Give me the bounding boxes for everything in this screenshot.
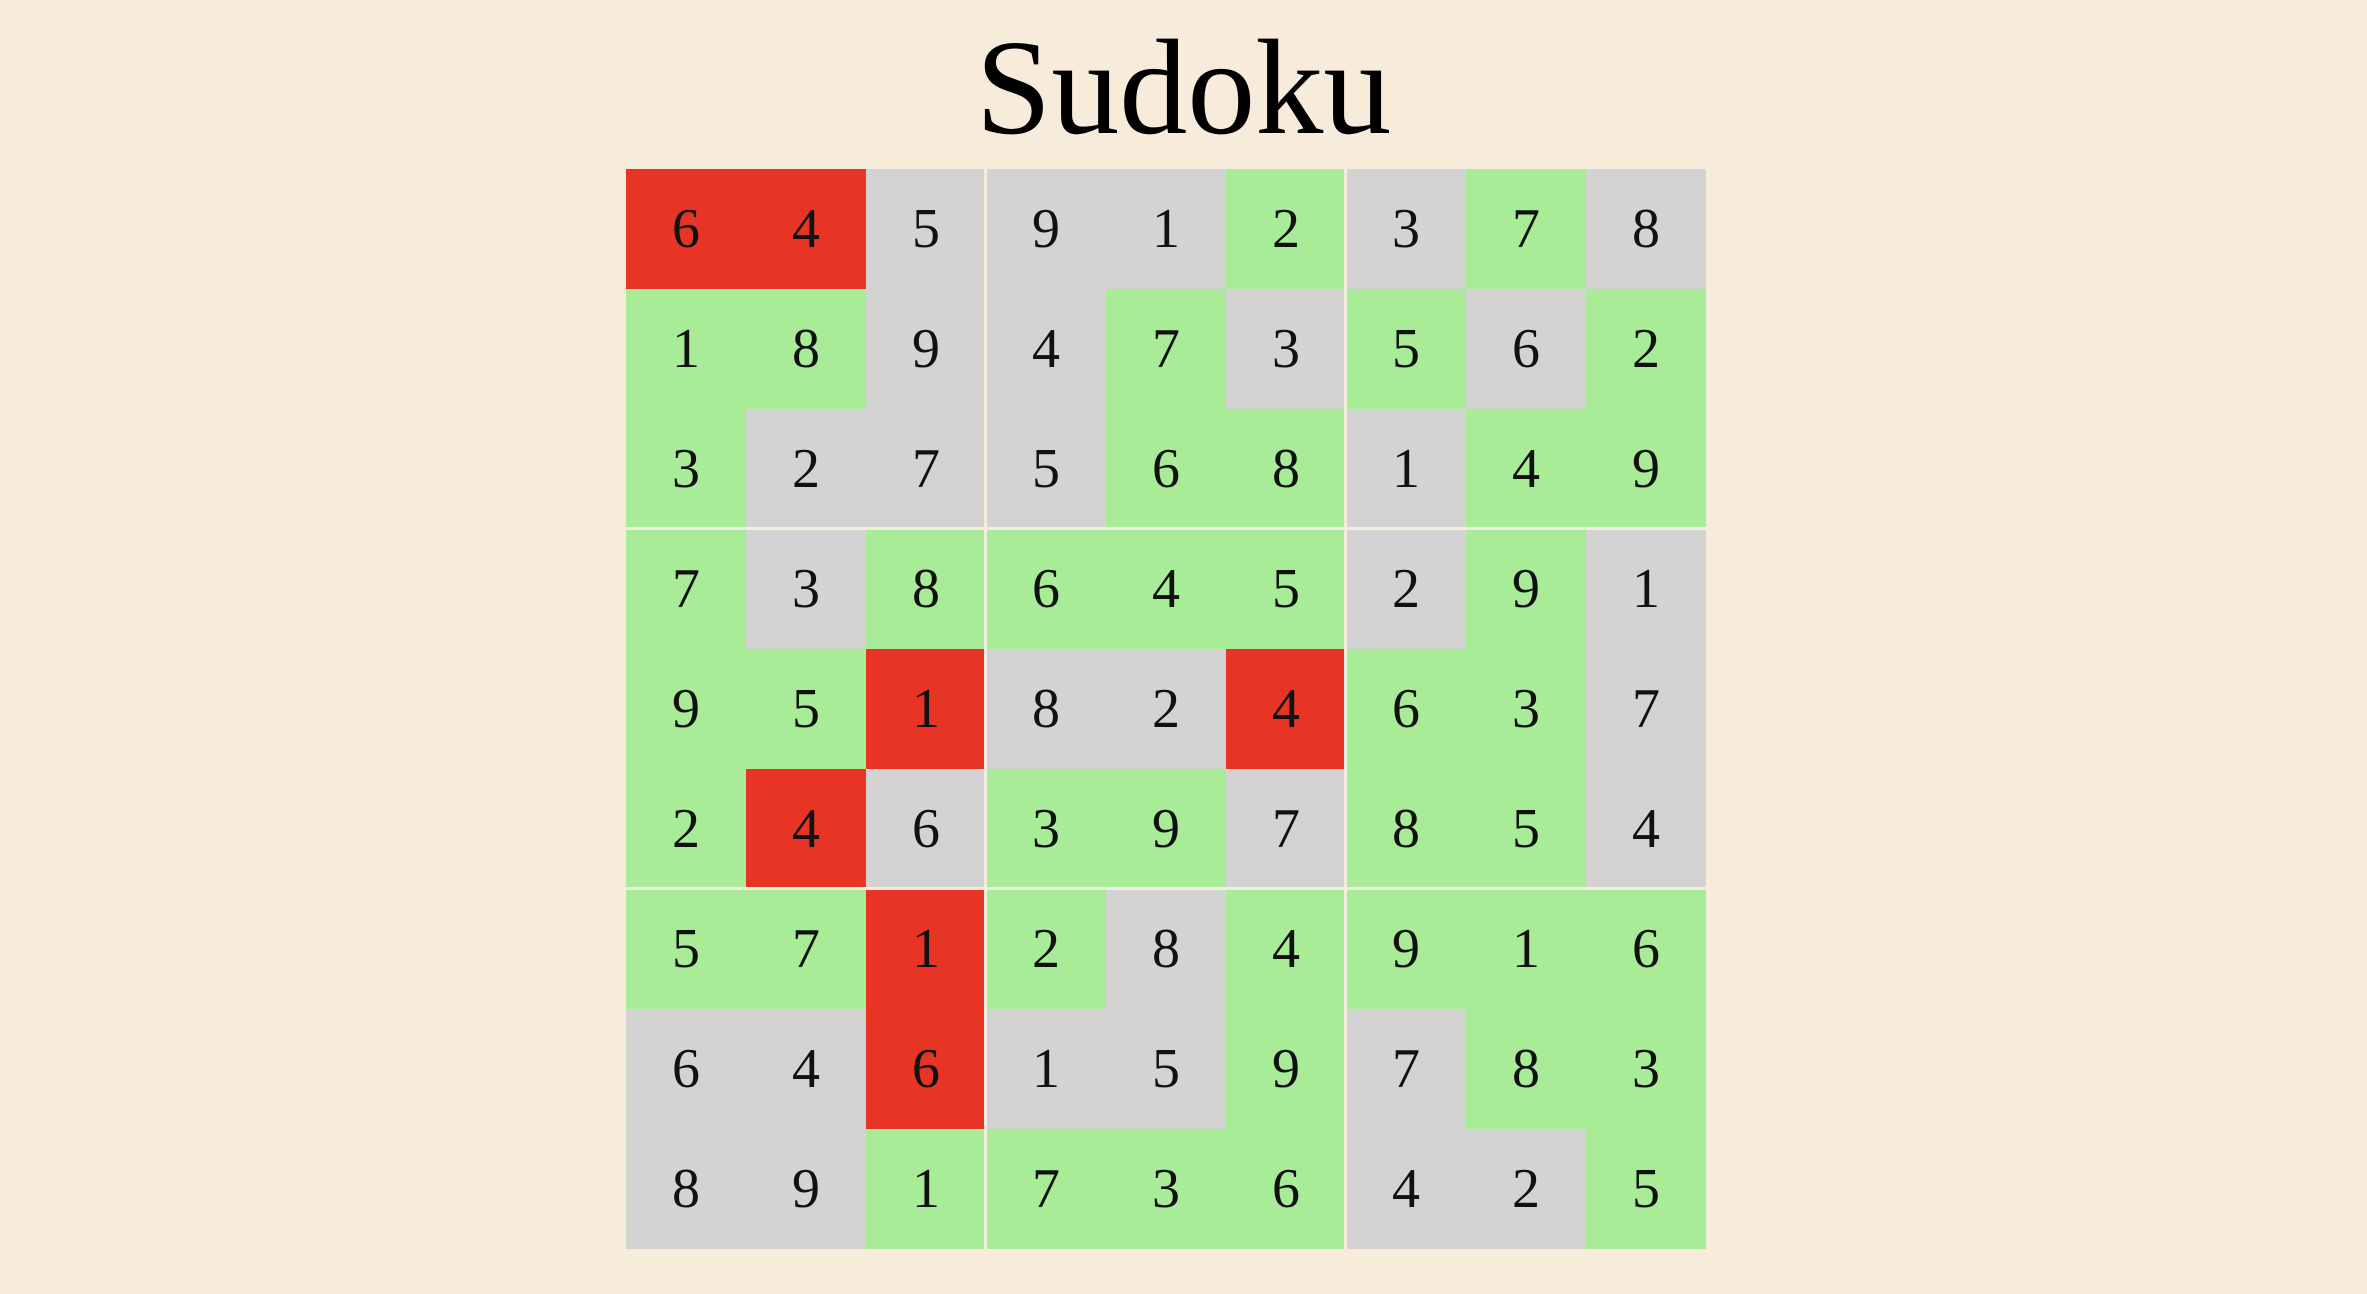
sudoku-cell-r8-c5[interactable]: 5 <box>1106 1009 1226 1129</box>
sudoku-cell-r3-c2[interactable]: 2 <box>746 409 866 529</box>
sudoku-cell-r5-c1[interactable]: 9 <box>626 649 746 769</box>
sudoku-cell-r6-c6[interactable]: 7 <box>1226 769 1346 889</box>
sudoku-cell-r3-c9[interactable]: 9 <box>1586 409 1706 529</box>
sudoku-cell-r1-c7[interactable]: 3 <box>1346 169 1466 289</box>
sudoku-cell-r1-c3[interactable]: 5 <box>866 169 986 289</box>
sudoku-cell-r2-c8[interactable]: 6 <box>1466 289 1586 409</box>
sudoku-cell-r8-c2[interactable]: 4 <box>746 1009 866 1129</box>
sudoku-cell-r9-c7[interactable]: 4 <box>1346 1129 1466 1249</box>
sudoku-cell-r4-c5[interactable]: 4 <box>1106 529 1226 649</box>
sudoku-cell-r3-c7[interactable]: 1 <box>1346 409 1466 529</box>
sudoku-cell-r5-c6[interactable]: 4 <box>1226 649 1346 769</box>
sudoku-cell-r2-c9[interactable]: 2 <box>1586 289 1706 409</box>
sudoku-cell-r1-c4[interactable]: 9 <box>986 169 1106 289</box>
sudoku-cell-r3-c3[interactable]: 7 <box>866 409 986 529</box>
sudoku-cell-r9-c3[interactable]: 1 <box>866 1129 986 1249</box>
sudoku-cell-r8-c6[interactable]: 9 <box>1226 1009 1346 1129</box>
sudoku-cell-r2-c7[interactable]: 5 <box>1346 289 1466 409</box>
sudoku-cell-r5-c7[interactable]: 6 <box>1346 649 1466 769</box>
sudoku-cell-r7-c1[interactable]: 5 <box>626 889 746 1009</box>
sudoku-cell-r2-c4[interactable]: 4 <box>986 289 1106 409</box>
sudoku-cell-r7-c6[interactable]: 4 <box>1226 889 1346 1009</box>
sudoku-cell-r4-c2[interactable]: 3 <box>746 529 866 649</box>
sudoku-cell-r5-c9[interactable]: 7 <box>1586 649 1706 769</box>
sudoku-cell-r7-c4[interactable]: 2 <box>986 889 1106 1009</box>
sudoku-cell-r6-c9[interactable]: 4 <box>1586 769 1706 889</box>
sudoku-cell-r7-c8[interactable]: 1 <box>1466 889 1586 1009</box>
sudoku-cell-r5-c5[interactable]: 2 <box>1106 649 1226 769</box>
sudoku-cell-r2-c2[interactable]: 8 <box>746 289 866 409</box>
sudoku-cell-r4-c8[interactable]: 9 <box>1466 529 1586 649</box>
sudoku-cell-r8-c3[interactable]: 6 <box>866 1009 986 1129</box>
sudoku-cell-r4-c7[interactable]: 2 <box>1346 529 1466 649</box>
sudoku-cell-r2-c6[interactable]: 3 <box>1226 289 1346 409</box>
page-title: Sudoku <box>975 13 1392 163</box>
sudoku-cell-r9-c5[interactable]: 3 <box>1106 1129 1226 1249</box>
sudoku-cell-r6-c1[interactable]: 2 <box>626 769 746 889</box>
sudoku-cell-r1-c2[interactable]: 4 <box>746 169 866 289</box>
sudoku-cell-r5-c8[interactable]: 3 <box>1466 649 1586 769</box>
box-divider-vertical <box>984 169 987 1249</box>
sudoku-cell-r3-c1[interactable]: 3 <box>626 409 746 529</box>
sudoku-cell-r4-c6[interactable]: 5 <box>1226 529 1346 649</box>
sudoku-cell-r3-c5[interactable]: 6 <box>1106 409 1226 529</box>
sudoku-cell-r5-c4[interactable]: 8 <box>986 649 1106 769</box>
sudoku-cell-r9-c2[interactable]: 9 <box>746 1129 866 1249</box>
sudoku-cell-r6-c8[interactable]: 5 <box>1466 769 1586 889</box>
sudoku-cell-r3-c8[interactable]: 4 <box>1466 409 1586 529</box>
sudoku-cell-r5-c3[interactable]: 1 <box>866 649 986 769</box>
box-divider-horizontal <box>626 887 1706 890</box>
sudoku-cell-r1-c8[interactable]: 7 <box>1466 169 1586 289</box>
sudoku-cell-r8-c7[interactable]: 7 <box>1346 1009 1466 1129</box>
box-divider-vertical <box>1344 169 1347 1249</box>
sudoku-cell-r8-c4[interactable]: 1 <box>986 1009 1106 1129</box>
sudoku-cell-r2-c5[interactable]: 7 <box>1106 289 1226 409</box>
sudoku-cell-r9-c4[interactable]: 7 <box>986 1129 1106 1249</box>
sudoku-cell-r6-c4[interactable]: 3 <box>986 769 1106 889</box>
sudoku-cell-r6-c2[interactable]: 4 <box>746 769 866 889</box>
sudoku-cell-r4-c9[interactable]: 1 <box>1586 529 1706 649</box>
sudoku-cell-r8-c9[interactable]: 3 <box>1586 1009 1706 1129</box>
sudoku-cell-r7-c5[interactable]: 8 <box>1106 889 1226 1009</box>
sudoku-cell-r2-c3[interactable]: 9 <box>866 289 986 409</box>
sudoku-cell-r6-c3[interactable]: 6 <box>866 769 986 889</box>
sudoku-cell-r9-c8[interactable]: 2 <box>1466 1129 1586 1249</box>
sudoku-cell-r7-c7[interactable]: 9 <box>1346 889 1466 1009</box>
sudoku-cell-r5-c2[interactable]: 5 <box>746 649 866 769</box>
sudoku-cell-r9-c6[interactable]: 6 <box>1226 1129 1346 1249</box>
sudoku-cell-r4-c3[interactable]: 8 <box>866 529 986 649</box>
sudoku-cell-r9-c1[interactable]: 8 <box>626 1129 746 1249</box>
sudoku-cell-r7-c2[interactable]: 7 <box>746 889 866 1009</box>
sudoku-cell-r1-c5[interactable]: 1 <box>1106 169 1226 289</box>
sudoku-cell-r4-c1[interactable]: 7 <box>626 529 746 649</box>
sudoku-cell-r7-c9[interactable]: 6 <box>1586 889 1706 1009</box>
sudoku-board: 6459123781894735623275681497386452919518… <box>626 169 1706 1251</box>
sudoku-cell-r9-c9[interactable]: 5 <box>1586 1129 1706 1249</box>
sudoku-cell-r3-c4[interactable]: 5 <box>986 409 1106 529</box>
sudoku-cell-r3-c6[interactable]: 8 <box>1226 409 1346 529</box>
sudoku-cell-r8-c1[interactable]: 6 <box>626 1009 746 1129</box>
sudoku-cell-r6-c5[interactable]: 9 <box>1106 769 1226 889</box>
sudoku-cell-r4-c4[interactable]: 6 <box>986 529 1106 649</box>
sudoku-cell-r1-c1[interactable]: 6 <box>626 169 746 289</box>
sudoku-cell-r6-c7[interactable]: 8 <box>1346 769 1466 889</box>
sudoku-cell-r7-c3[interactable]: 1 <box>866 889 986 1009</box>
box-divider-horizontal <box>626 527 1706 530</box>
sudoku-cell-r1-c6[interactable]: 2 <box>1226 169 1346 289</box>
sudoku-cell-r1-c9[interactable]: 8 <box>1586 169 1706 289</box>
sudoku-cell-r2-c1[interactable]: 1 <box>626 289 746 409</box>
sudoku-cell-r8-c8[interactable]: 8 <box>1466 1009 1586 1129</box>
